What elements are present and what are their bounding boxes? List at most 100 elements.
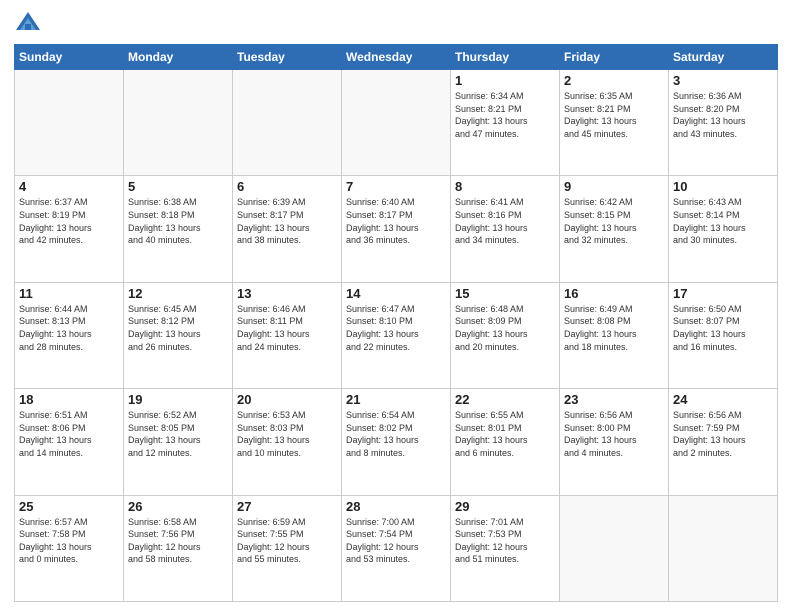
day-number: 29	[455, 499, 555, 514]
calendar-cell: 29 Sunrise: 7:01 AM Sunset: 7:53 PM Dayli…	[451, 495, 560, 601]
weekday-header-friday: Friday	[560, 45, 669, 70]
day-info: Sunrise: 6:35 AM Sunset: 8:21 PM Dayligh…	[564, 90, 664, 140]
day-number: 3	[673, 73, 773, 88]
weekday-header-row: SundayMondayTuesdayWednesdayThursdayFrid…	[15, 45, 778, 70]
day-number: 23	[564, 392, 664, 407]
day-info: Sunrise: 6:56 AM Sunset: 8:00 PM Dayligh…	[564, 409, 664, 459]
day-number: 8	[455, 179, 555, 194]
day-number: 4	[19, 179, 119, 194]
day-info: Sunrise: 6:47 AM Sunset: 8:10 PM Dayligh…	[346, 303, 446, 353]
day-info: Sunrise: 7:01 AM Sunset: 7:53 PM Dayligh…	[455, 516, 555, 566]
day-info: Sunrise: 6:41 AM Sunset: 8:16 PM Dayligh…	[455, 196, 555, 246]
calendar-cell: 23 Sunrise: 6:56 AM Sunset: 8:00 PM Dayli…	[560, 389, 669, 495]
calendar-cell: 28 Sunrise: 7:00 AM Sunset: 7:54 PM Dayli…	[342, 495, 451, 601]
calendar-cell: 3 Sunrise: 6:36 AM Sunset: 8:20 PM Daylig…	[669, 70, 778, 176]
weekday-header-saturday: Saturday	[669, 45, 778, 70]
day-info: Sunrise: 6:40 AM Sunset: 8:17 PM Dayligh…	[346, 196, 446, 246]
day-info: Sunrise: 6:54 AM Sunset: 8:02 PM Dayligh…	[346, 409, 446, 459]
day-number: 15	[455, 286, 555, 301]
weekday-header-sunday: Sunday	[15, 45, 124, 70]
day-info: Sunrise: 6:59 AM Sunset: 7:55 PM Dayligh…	[237, 516, 337, 566]
day-info: Sunrise: 6:52 AM Sunset: 8:05 PM Dayligh…	[128, 409, 228, 459]
day-number: 5	[128, 179, 228, 194]
calendar-cell: 7 Sunrise: 6:40 AM Sunset: 8:17 PM Daylig…	[342, 176, 451, 282]
calendar-cell: 13 Sunrise: 6:46 AM Sunset: 8:11 PM Dayli…	[233, 282, 342, 388]
logo	[14, 10, 46, 38]
page: SundayMondayTuesdayWednesdayThursdayFrid…	[0, 0, 792, 612]
weekday-header-wednesday: Wednesday	[342, 45, 451, 70]
calendar-cell: 14 Sunrise: 6:47 AM Sunset: 8:10 PM Dayli…	[342, 282, 451, 388]
calendar-cell: 21 Sunrise: 6:54 AM Sunset: 8:02 PM Dayli…	[342, 389, 451, 495]
day-info: Sunrise: 6:44 AM Sunset: 8:13 PM Dayligh…	[19, 303, 119, 353]
day-info: Sunrise: 6:37 AM Sunset: 8:19 PM Dayligh…	[19, 196, 119, 246]
calendar-cell	[233, 70, 342, 176]
day-number: 6	[237, 179, 337, 194]
header	[14, 10, 778, 38]
calendar-cell: 24Sunrise: 6:56 AM Sunset: 7:59 PM Dayli…	[669, 389, 778, 495]
calendar-cell: 26Sunrise: 6:58 AM Sunset: 7:56 PM Dayli…	[124, 495, 233, 601]
week-row-1: 4 Sunrise: 6:37 AM Sunset: 8:19 PM Daylig…	[15, 176, 778, 282]
calendar-cell: 6 Sunrise: 6:39 AM Sunset: 8:17 PM Daylig…	[233, 176, 342, 282]
day-number: 13	[237, 286, 337, 301]
day-info: Sunrise: 6:36 AM Sunset: 8:20 PM Dayligh…	[673, 90, 773, 140]
calendar-cell: 11 Sunrise: 6:44 AM Sunset: 8:13 PM Dayli…	[15, 282, 124, 388]
day-info: Sunrise: 6:42 AM Sunset: 8:15 PM Dayligh…	[564, 196, 664, 246]
day-number: 24	[673, 392, 773, 407]
day-info: Sunrise: 6:57 AM Sunset: 7:58 PM Dayligh…	[19, 516, 119, 566]
day-number: 9	[564, 179, 664, 194]
calendar-cell: 9 Sunrise: 6:42 AM Sunset: 8:15 PM Daylig…	[560, 176, 669, 282]
day-number: 19	[128, 392, 228, 407]
calendar-cell: 22 Sunrise: 6:55 AM Sunset: 8:01 PM Dayli…	[451, 389, 560, 495]
day-number: 7	[346, 179, 446, 194]
calendar-cell: 16Sunrise: 6:49 AM Sunset: 8:08 PM Dayli…	[560, 282, 669, 388]
calendar-cell: 12 Sunrise: 6:45 AM Sunset: 8:12 PM Dayli…	[124, 282, 233, 388]
day-info: Sunrise: 6:58 AM Sunset: 7:56 PM Dayligh…	[128, 516, 228, 566]
calendar-cell: 4 Sunrise: 6:37 AM Sunset: 8:19 PM Daylig…	[15, 176, 124, 282]
day-number: 21	[346, 392, 446, 407]
weekday-header-thursday: Thursday	[451, 45, 560, 70]
day-number: 11	[19, 286, 119, 301]
day-number: 25	[19, 499, 119, 514]
calendar-cell: 1Sunrise: 6:34 AM Sunset: 8:21 PM Daylig…	[451, 70, 560, 176]
day-number: 2	[564, 73, 664, 88]
calendar-cell	[124, 70, 233, 176]
day-info: Sunrise: 6:48 AM Sunset: 8:09 PM Dayligh…	[455, 303, 555, 353]
day-number: 22	[455, 392, 555, 407]
day-info: Sunrise: 7:00 AM Sunset: 7:54 PM Dayligh…	[346, 516, 446, 566]
day-info: Sunrise: 6:46 AM Sunset: 8:11 PM Dayligh…	[237, 303, 337, 353]
calendar-cell	[15, 70, 124, 176]
calendar-cell: 19 Sunrise: 6:52 AM Sunset: 8:05 PM Dayli…	[124, 389, 233, 495]
logo-icon	[14, 10, 42, 38]
day-number: 14	[346, 286, 446, 301]
weekday-header-tuesday: Tuesday	[233, 45, 342, 70]
day-info: Sunrise: 6:39 AM Sunset: 8:17 PM Dayligh…	[237, 196, 337, 246]
day-info: Sunrise: 6:53 AM Sunset: 8:03 PM Dayligh…	[237, 409, 337, 459]
week-row-3: 18Sunrise: 6:51 AM Sunset: 8:06 PM Dayli…	[15, 389, 778, 495]
calendar-cell: 18Sunrise: 6:51 AM Sunset: 8:06 PM Dayli…	[15, 389, 124, 495]
calendar-cell	[342, 70, 451, 176]
calendar-cell: 5 Sunrise: 6:38 AM Sunset: 8:18 PM Daylig…	[124, 176, 233, 282]
calendar-cell: 27Sunrise: 6:59 AM Sunset: 7:55 PM Dayli…	[233, 495, 342, 601]
day-number: 28	[346, 499, 446, 514]
day-number: 18	[19, 392, 119, 407]
day-number: 12	[128, 286, 228, 301]
day-info: Sunrise: 6:55 AM Sunset: 8:01 PM Dayligh…	[455, 409, 555, 459]
calendar-cell: 20Sunrise: 6:53 AM Sunset: 8:03 PM Dayli…	[233, 389, 342, 495]
day-info: Sunrise: 6:50 AM Sunset: 8:07 PM Dayligh…	[673, 303, 773, 353]
weekday-header-monday: Monday	[124, 45, 233, 70]
week-row-0: 1Sunrise: 6:34 AM Sunset: 8:21 PM Daylig…	[15, 70, 778, 176]
calendar-cell: 8 Sunrise: 6:41 AM Sunset: 8:16 PM Daylig…	[451, 176, 560, 282]
day-info: Sunrise: 6:45 AM Sunset: 8:12 PM Dayligh…	[128, 303, 228, 353]
day-number: 16	[564, 286, 664, 301]
calendar-cell	[669, 495, 778, 601]
day-number: 10	[673, 179, 773, 194]
calendar-cell: 15 Sunrise: 6:48 AM Sunset: 8:09 PM Dayli…	[451, 282, 560, 388]
day-number: 1	[455, 73, 555, 88]
calendar-cell	[560, 495, 669, 601]
day-number: 17	[673, 286, 773, 301]
calendar-table: SundayMondayTuesdayWednesdayThursdayFrid…	[14, 44, 778, 602]
day-info: Sunrise: 6:38 AM Sunset: 8:18 PM Dayligh…	[128, 196, 228, 246]
calendar-cell: 2 Sunrise: 6:35 AM Sunset: 8:21 PM Daylig…	[560, 70, 669, 176]
calendar-cell: 17 Sunrise: 6:50 AM Sunset: 8:07 PM Dayli…	[669, 282, 778, 388]
calendar-cell: 10Sunrise: 6:43 AM Sunset: 8:14 PM Dayli…	[669, 176, 778, 282]
